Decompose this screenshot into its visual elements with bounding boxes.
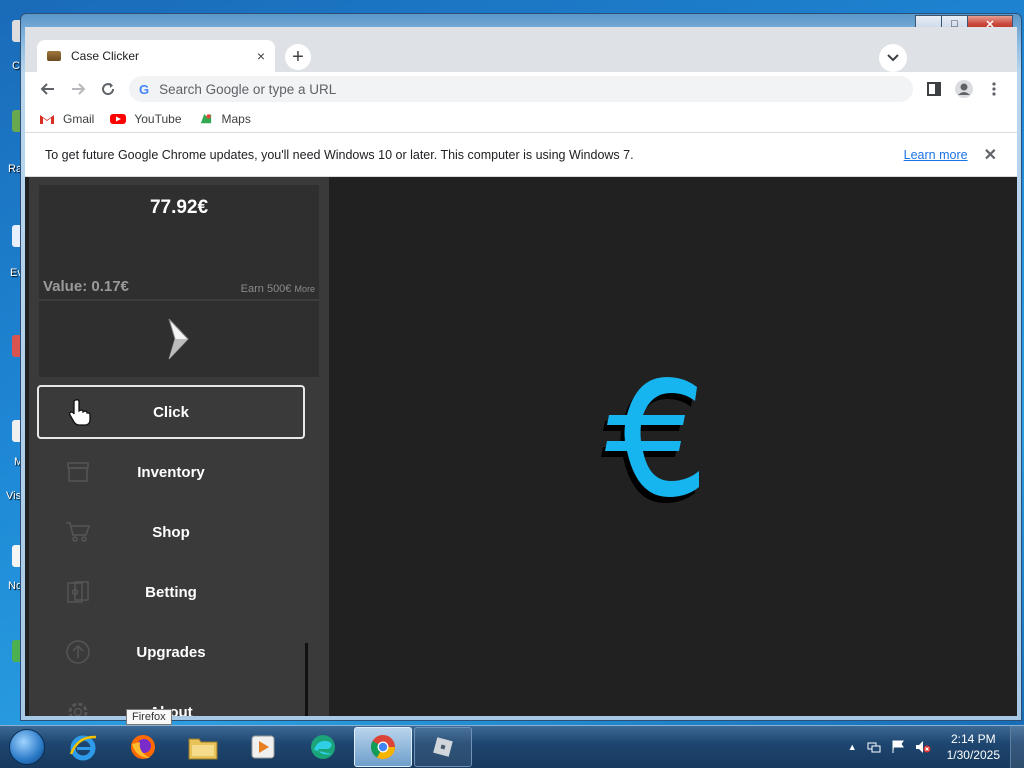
- taskbar-chrome[interactable]: [354, 727, 412, 767]
- chrome-browser: Case Clicker × + G Search Google or type…: [25, 27, 1017, 716]
- learn-more-link[interactable]: Learn more: [904, 148, 968, 162]
- maps-icon: [200, 113, 211, 124]
- menu-button[interactable]: [979, 75, 1009, 103]
- earn-more-info[interactable]: Earn 500€ More: [241, 283, 315, 295]
- bookmark-label: YouTube: [134, 112, 182, 126]
- game-sidebar: 77.92€ Value: 0.17€ Earn 500€ More Click…: [29, 177, 329, 716]
- click-area[interactable]: [329, 177, 1017, 716]
- pointer-hand-icon: [67, 399, 93, 426]
- menu-item-click[interactable]: Click: [37, 385, 305, 439]
- google-g-icon: G: [139, 81, 150, 97]
- expand-chevron-button[interactable]: [39, 301, 319, 377]
- side-panel-icon: [927, 82, 941, 96]
- shopping-cart-icon: [65, 519, 91, 545]
- show-hidden-icons-icon[interactable]: ▲: [848, 742, 857, 752]
- clock[interactable]: 2:14 PM 1/30/2025: [947, 731, 1000, 763]
- arrow-right-icon: [72, 83, 86, 95]
- system-tray: ▲ 2:14 PM 1/30/2025: [848, 725, 1024, 768]
- windows-orb-icon: [9, 729, 45, 765]
- infobar-message: To get future Google Chrome updates, you…: [45, 147, 634, 162]
- roblox-icon: [433, 737, 453, 757]
- browser-window: ▁ □ ✕ Case Clicker × + G Search Google o…: [20, 13, 1022, 721]
- toolbar-right: [919, 75, 1009, 103]
- browser-toolbar: G Search Google or type a URL: [25, 72, 1017, 106]
- earn-more-label: More: [294, 284, 315, 294]
- bookmark-youtube[interactable]: YouTube: [110, 112, 182, 126]
- chevron-right-icon: [168, 318, 189, 360]
- taskbar-media-player[interactable]: [234, 727, 292, 767]
- chevron-down-icon: [887, 54, 899, 62]
- chrome-icon: [370, 735, 395, 760]
- folder-icon: [188, 738, 218, 760]
- volume-muted-icon[interactable]: [915, 740, 931, 754]
- earn-amount: Earn 500€: [240, 283, 292, 295]
- desktop-icons-edge: C Ra Ev M Vis No: [0, 0, 24, 725]
- side-panel-button[interactable]: [919, 75, 949, 103]
- bookmark-label: Maps: [221, 112, 251, 126]
- menu-item-betting[interactable]: Betting: [37, 565, 305, 619]
- address-bar-placeholder: Search Google or type a URL: [159, 81, 337, 97]
- menu-item-upgrades[interactable]: Upgrades: [37, 625, 305, 679]
- tab-title: Case Clicker: [71, 49, 140, 63]
- internet-explorer-icon: [69, 735, 97, 761]
- taskbar-roblox[interactable]: [414, 727, 472, 767]
- back-button[interactable]: [33, 75, 63, 103]
- game-page: 77.92€ Value: 0.17€ Earn 500€ More Click…: [25, 177, 1017, 716]
- tab-search-button[interactable]: [879, 44, 907, 72]
- bookmarks-bar: Gmail YouTube Maps: [25, 106, 1017, 132]
- profile-button[interactable]: [949, 75, 979, 103]
- euro-coin-icon[interactable]: [599, 367, 719, 517]
- menu-item-shop[interactable]: Shop: [37, 505, 305, 559]
- reload-icon: [102, 83, 115, 96]
- gear-icon: [65, 699, 91, 716]
- address-bar[interactable]: G Search Google or type a URL: [129, 76, 913, 102]
- taskbar-firefox[interactable]: [114, 727, 172, 767]
- game-menu: Click Inventory Shop Betting Upgrades: [37, 385, 305, 716]
- gmail-icon: [40, 115, 54, 124]
- balance-amount: 77.92€: [149, 197, 209, 218]
- clock-date: 1/30/2025: [946, 748, 1000, 762]
- inventory-box-icon: [65, 459, 91, 485]
- case-favicon-icon: [47, 51, 61, 61]
- bookmark-maps[interactable]: Maps: [198, 112, 251, 126]
- desktop-icon-label: Vis: [6, 490, 22, 502]
- firefox-icon: [131, 735, 155, 759]
- edge-icon: [311, 735, 335, 759]
- tab-strip: Case Clicker × +: [25, 27, 1017, 72]
- youtube-icon: [110, 114, 127, 124]
- tab-close-icon[interactable]: ×: [257, 48, 265, 64]
- taskbar-file-explorer[interactable]: [174, 727, 232, 767]
- sidebar-scrollbar[interactable]: [305, 643, 308, 716]
- bookmark-label: Gmail: [63, 112, 95, 126]
- balance-panel: 77.92€ Value: 0.17€ Earn 500€ More: [39, 185, 319, 377]
- update-infobar: To get future Google Chrome updates, you…: [25, 132, 1017, 177]
- click-value: Value: 0.17€: [43, 278, 129, 295]
- infobar-close-icon[interactable]: ✕: [984, 145, 997, 165]
- profile-avatar-icon: [955, 80, 973, 98]
- clock-time: 2:14 PM: [950, 732, 996, 746]
- taskbar-edge[interactable]: [294, 727, 352, 767]
- start-button[interactable]: [0, 726, 54, 768]
- network-icon[interactable]: [867, 740, 881, 754]
- kebab-menu-icon: [992, 82, 996, 96]
- bookmark-gmail[interactable]: Gmail: [39, 112, 94, 126]
- arrow-left-icon: [40, 83, 54, 95]
- betting-cards-icon: [65, 579, 91, 605]
- action-center-flag-icon[interactable]: [891, 740, 905, 754]
- show-desktop-button[interactable]: [1010, 725, 1024, 768]
- taskbar-tooltip: Firefox: [126, 709, 172, 725]
- reload-button[interactable]: [93, 75, 123, 103]
- new-tab-button[interactable]: +: [285, 44, 311, 70]
- tab-case-clicker[interactable]: Case Clicker ×: [37, 40, 275, 72]
- menu-item-inventory[interactable]: Inventory: [37, 445, 305, 499]
- media-player-icon: [251, 735, 275, 759]
- upgrade-arrow-icon: [65, 639, 91, 665]
- taskbar: ▲ 2:14 PM 1/30/2025: [0, 725, 1024, 768]
- forward-button[interactable]: [63, 75, 93, 103]
- taskbar-internet-explorer[interactable]: [54, 727, 112, 767]
- desktop-icon-label: C: [12, 60, 20, 72]
